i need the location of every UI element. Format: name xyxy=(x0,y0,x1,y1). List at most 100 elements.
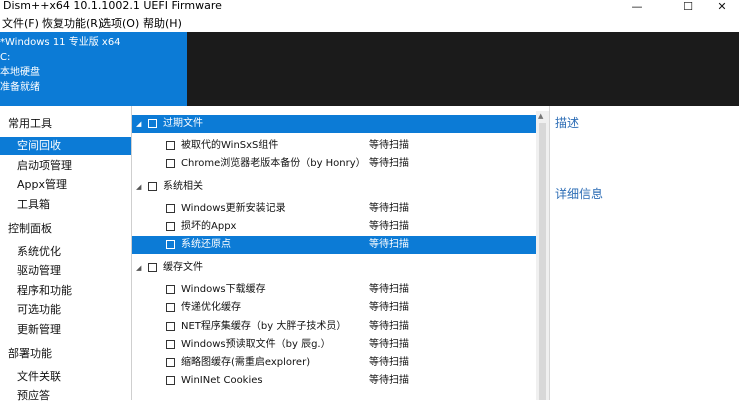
list-item[interactable]: 被取代的WinSxS组件 等待扫描 xyxy=(132,137,536,155)
sidebar-item-label: 启动项管理 xyxy=(17,159,72,172)
item-status: 等待扫描 xyxy=(369,339,409,350)
item-status: 等待扫描 xyxy=(369,158,409,169)
sidebar-item-drivers[interactable]: 驱动管理 xyxy=(0,262,131,280)
item-checkbox[interactable] xyxy=(166,159,175,168)
sidebar: 常用工具 空间回收 启动项管理 Appx管理 工具箱 控制面板 系统优化 驱动管… xyxy=(0,106,131,402)
item-status: 等待扫描 xyxy=(369,221,409,232)
group-checkbox[interactable] xyxy=(148,263,157,272)
item-checkbox[interactable] xyxy=(166,303,175,312)
menu-options[interactable]: 选项(O) xyxy=(100,16,139,31)
sidebar-item-toolbox[interactable]: 工具箱 xyxy=(0,196,131,214)
sidebar-item-label: 系统优化 xyxy=(17,245,61,258)
list-item[interactable]: 传递优化缓存 等待扫描 xyxy=(132,299,536,317)
item-checkbox[interactable] xyxy=(166,285,175,294)
maximize-button[interactable]: ☐ xyxy=(671,0,705,14)
list-item[interactable]: 缩略图缓存(需重启explorer) 等待扫描 xyxy=(132,354,536,372)
group-checkbox[interactable] xyxy=(148,119,157,128)
sidebar-item-label: 程序和功能 xyxy=(17,284,72,297)
sidebar-item-startup[interactable]: 启动项管理 xyxy=(0,157,131,175)
sidebar-item-updates[interactable]: 更新管理 xyxy=(0,321,131,339)
item-checkbox[interactable] xyxy=(166,376,175,385)
sidebar-item-space-cleanup[interactable]: 空间回收 xyxy=(0,137,131,155)
item-label: 系统还原点 xyxy=(181,239,231,250)
item-checkbox[interactable] xyxy=(166,358,175,367)
description-heading: 描述 xyxy=(555,116,580,130)
sidebar-item-label: 可选功能 xyxy=(17,303,61,316)
group-expired-files[interactable]: ◢ 过期文件 xyxy=(132,115,536,133)
item-checkbox[interactable] xyxy=(166,340,175,349)
item-status: 等待扫描 xyxy=(369,239,409,250)
sidebar-item-programs[interactable]: 程序和功能 xyxy=(0,282,131,300)
list-item[interactable]: Windows预读取文件（by 辰g.） 等待扫描 xyxy=(132,336,536,354)
item-checkbox[interactable] xyxy=(166,204,175,213)
system-disk: 本地硬盘 xyxy=(0,67,40,78)
menu-file[interactable]: 文件(F) xyxy=(2,16,39,31)
group-cache-files[interactable]: ◢ 缓存文件 xyxy=(132,259,536,277)
menu-restore[interactable]: 恢复功能(R) xyxy=(42,16,102,31)
item-checkbox[interactable] xyxy=(166,141,175,150)
scrollbar-thumb[interactable] xyxy=(539,123,546,400)
list-item[interactable]: WinINet Cookies 等待扫描 xyxy=(132,372,536,390)
list-item-selected[interactable]: 系统还原点 等待扫描 xyxy=(132,236,536,254)
expanded-arrow-icon[interactable]: ◢ xyxy=(136,259,141,277)
item-label: 传递优化缓存 xyxy=(181,302,241,313)
sidebar-group-control-panel: 控制面板 xyxy=(8,222,52,235)
sidebar-item-file-assoc[interactable]: 文件关联 xyxy=(0,368,131,386)
scroll-up-icon[interactable]: ▲ xyxy=(538,112,543,121)
list-item[interactable]: Windows下载缓存 等待扫描 xyxy=(132,281,536,299)
item-status: 等待扫描 xyxy=(369,375,409,386)
expanded-arrow-icon[interactable]: ◢ xyxy=(136,178,141,196)
item-label: 缩略图缓存(需重启explorer) xyxy=(181,357,311,368)
group-checkbox[interactable] xyxy=(148,182,157,191)
details-heading: 详细信息 xyxy=(555,187,604,201)
item-label: Chrome浏览器老版本备份（by Honry） xyxy=(181,158,366,169)
sidebar-item-label: Appx管理 xyxy=(17,178,67,191)
sidebar-item-answer-file[interactable]: 预应答 xyxy=(0,387,131,405)
item-checkbox[interactable] xyxy=(166,240,175,249)
menu-bar: 文件(F) 恢复功能(R) 选项(O) 帮助(H) xyxy=(0,15,739,32)
window-title: Dism++x64 10.1.1002.1 UEFI Firmware xyxy=(3,0,222,12)
system-selector[interactable]: *Windows 11 专业版 x64 C: 本地硬盘 准备就绪 xyxy=(0,32,187,106)
minimize-button[interactable]: — xyxy=(620,0,654,14)
item-status: 等待扫描 xyxy=(369,140,409,151)
list-item[interactable]: 损坏的Appx 等待扫描 xyxy=(132,218,536,236)
title-bar: Dism++x64 10.1.1002.1 UEFI Firmware — ☐ … xyxy=(0,0,739,14)
sidebar-item-label: 空间回收 xyxy=(17,139,61,152)
cleanup-tree: ◢ 过期文件 被取代的WinSxS组件 等待扫描 Chrome浏览器老版本备份（… xyxy=(132,111,536,400)
sidebar-group-deployment: 部署功能 xyxy=(8,347,52,360)
details-divider xyxy=(549,106,550,400)
item-status: 等待扫描 xyxy=(369,203,409,214)
group-label: 系统相关 xyxy=(163,181,203,192)
item-checkbox[interactable] xyxy=(166,222,175,231)
list-item[interactable]: NET程序集缓存（by 大胖子技术员） 等待扫描 xyxy=(132,318,536,336)
group-system-related[interactable]: ◢ 系统相关 xyxy=(132,178,536,196)
sidebar-item-label: 文件关联 xyxy=(17,370,61,383)
group-label: 缓存文件 xyxy=(163,262,203,273)
item-label: 被取代的WinSxS组件 xyxy=(181,140,279,151)
item-status: 等待扫描 xyxy=(369,321,409,332)
item-checkbox[interactable] xyxy=(166,322,175,331)
list-item[interactable]: Windows更新安装记录 等待扫描 xyxy=(132,200,536,218)
sidebar-item-label: 驱动管理 xyxy=(17,264,61,277)
item-label: Windows预读取文件（by 辰g.） xyxy=(181,339,331,350)
close-button[interactable]: ✕ xyxy=(705,0,739,14)
menu-help[interactable]: 帮助(H) xyxy=(143,16,182,31)
sidebar-item-appx[interactable]: Appx管理 xyxy=(0,176,131,194)
item-status: 等待扫描 xyxy=(369,302,409,313)
list-scrollbar[interactable]: ▲ xyxy=(536,111,549,400)
system-list-area xyxy=(187,32,739,106)
expanded-arrow-icon[interactable]: ◢ xyxy=(136,115,141,133)
sidebar-item-optimize[interactable]: 系统优化 xyxy=(0,243,131,261)
item-label: Windows更新安装记录 xyxy=(181,203,286,214)
item-label: Windows下载缓存 xyxy=(181,284,266,295)
system-status: 准备就绪 xyxy=(0,82,40,93)
item-label: 损坏的Appx xyxy=(181,221,237,232)
list-item[interactable]: Chrome浏览器老版本备份（by Honry） 等待扫描 xyxy=(132,155,536,173)
item-status: 等待扫描 xyxy=(369,357,409,368)
item-status: 等待扫描 xyxy=(369,284,409,295)
item-label: WinINet Cookies xyxy=(181,375,263,386)
group-label: 过期文件 xyxy=(163,118,203,129)
sidebar-item-features[interactable]: 可选功能 xyxy=(0,301,131,319)
sidebar-item-label: 工具箱 xyxy=(17,198,50,211)
system-drive: C: xyxy=(0,52,11,63)
